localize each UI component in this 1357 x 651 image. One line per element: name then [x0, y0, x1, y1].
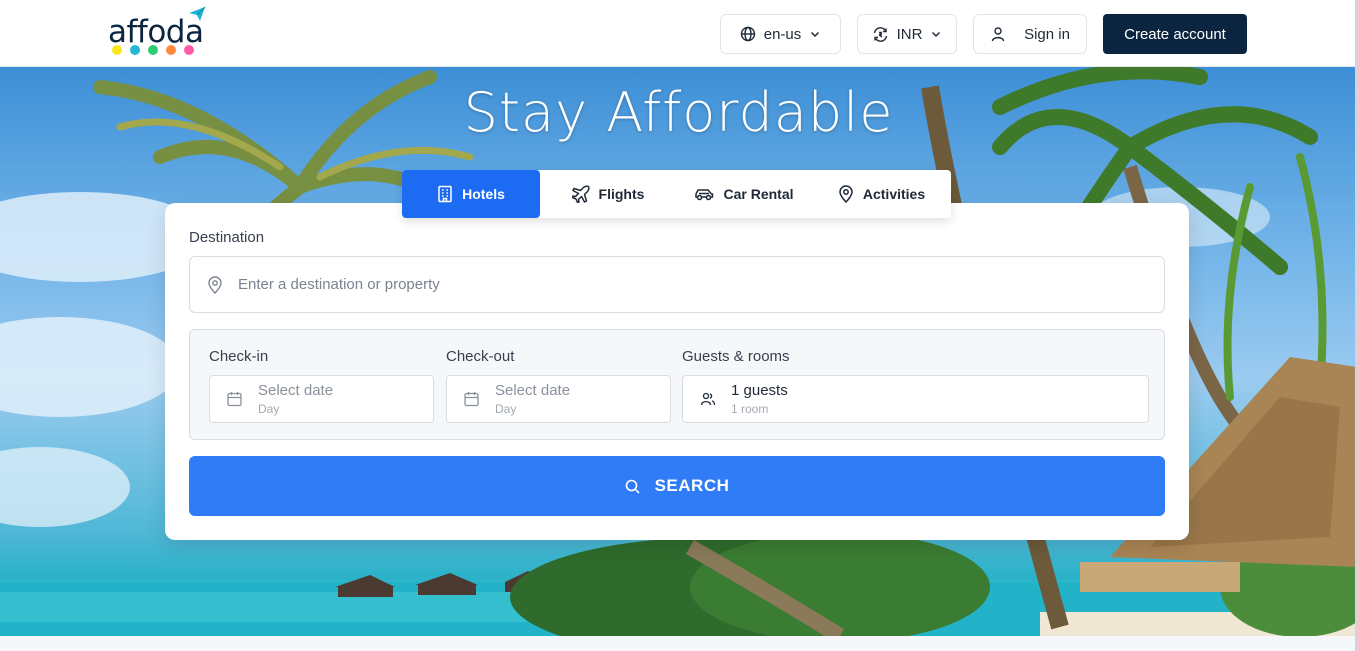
affoda-logo[interactable]: affoda [108, 6, 208, 60]
sign-in-button[interactable]: Sign in [973, 14, 1087, 54]
tab-flights[interactable]: Flights [540, 170, 676, 218]
guests-value: 1 guests [731, 382, 788, 399]
logo-dot [130, 45, 140, 55]
search-icon [625, 479, 640, 494]
search-button-label: SEARCH [654, 476, 730, 495]
tab-label: Car Rental [723, 186, 794, 202]
location-pin-icon [839, 185, 853, 203]
hero-title: Stay Affordable [463, 81, 894, 144]
destination-placeholder: Enter a destination or property [238, 276, 440, 293]
destination-input[interactable]: Enter a destination or property [189, 256, 1165, 313]
logo-dot [184, 45, 194, 55]
tab-label: Activities [862, 186, 926, 202]
check-out-value: Select date [495, 382, 571, 399]
check-out-sub: Day [495, 402, 517, 416]
check-in-value: Select date [258, 382, 334, 399]
logo-dot [166, 45, 176, 55]
check-in-field[interactable]: Select date Day [209, 375, 434, 423]
language-selector[interactable]: en-us [720, 14, 841, 54]
logo-dots [112, 45, 194, 55]
create-account-label: Create account [1124, 25, 1226, 43]
sign-in-label: Sign in [1024, 25, 1070, 43]
create-account-button[interactable]: Create account [1103, 14, 1247, 54]
search-category-tabs: Hotels Flights Car Rental Activities [402, 170, 951, 218]
tab-car-rental[interactable]: Car Rental [676, 170, 812, 218]
guests-rooms-field[interactable]: 1 guests 1 room [682, 375, 1149, 423]
guests-rooms-label: Guests & rooms [682, 348, 790, 365]
airplane-icon [571, 185, 590, 203]
tab-label: Flights [598, 186, 645, 202]
check-out-label: Check-out [446, 348, 515, 365]
destination-label: Destination [189, 229, 265, 246]
logo-dot [112, 45, 122, 55]
calendar-icon [464, 392, 479, 407]
top-navbar: affoda en-us INR Sign in Create account [0, 0, 1357, 67]
chevron-down-icon [932, 31, 941, 38]
tab-activities[interactable]: Activities [812, 170, 951, 218]
paper-plane-icon [189, 6, 206, 21]
globe-icon [740, 26, 755, 42]
location-pin-icon [208, 275, 222, 294]
check-out-field[interactable]: Select date Day [446, 375, 671, 423]
car-icon [695, 189, 714, 201]
users-icon [700, 392, 716, 406]
calendar-icon [227, 392, 242, 407]
logo-dot [148, 45, 158, 55]
tab-hotels[interactable]: Hotels [402, 170, 540, 218]
dates-guests-group: Check-in Check-out Guests & rooms Select… [189, 329, 1165, 440]
user-icon [991, 27, 1005, 42]
page-content-area [0, 636, 1357, 651]
currency-exchange-icon [873, 26, 887, 42]
check-in-label: Check-in [209, 348, 269, 365]
currency-label: INR [896, 25, 923, 43]
chevron-down-icon [811, 31, 820, 38]
search-card: Destination Enter a destination or prope… [165, 203, 1189, 540]
currency-selector[interactable]: INR [857, 14, 957, 54]
rooms-value: 1 room [731, 402, 769, 416]
tab-label: Hotels [462, 186, 505, 202]
check-in-sub: Day [258, 402, 280, 416]
language-label: en-us [763, 25, 802, 43]
building-icon [438, 185, 452, 203]
search-button[interactable]: SEARCH [189, 456, 1165, 516]
